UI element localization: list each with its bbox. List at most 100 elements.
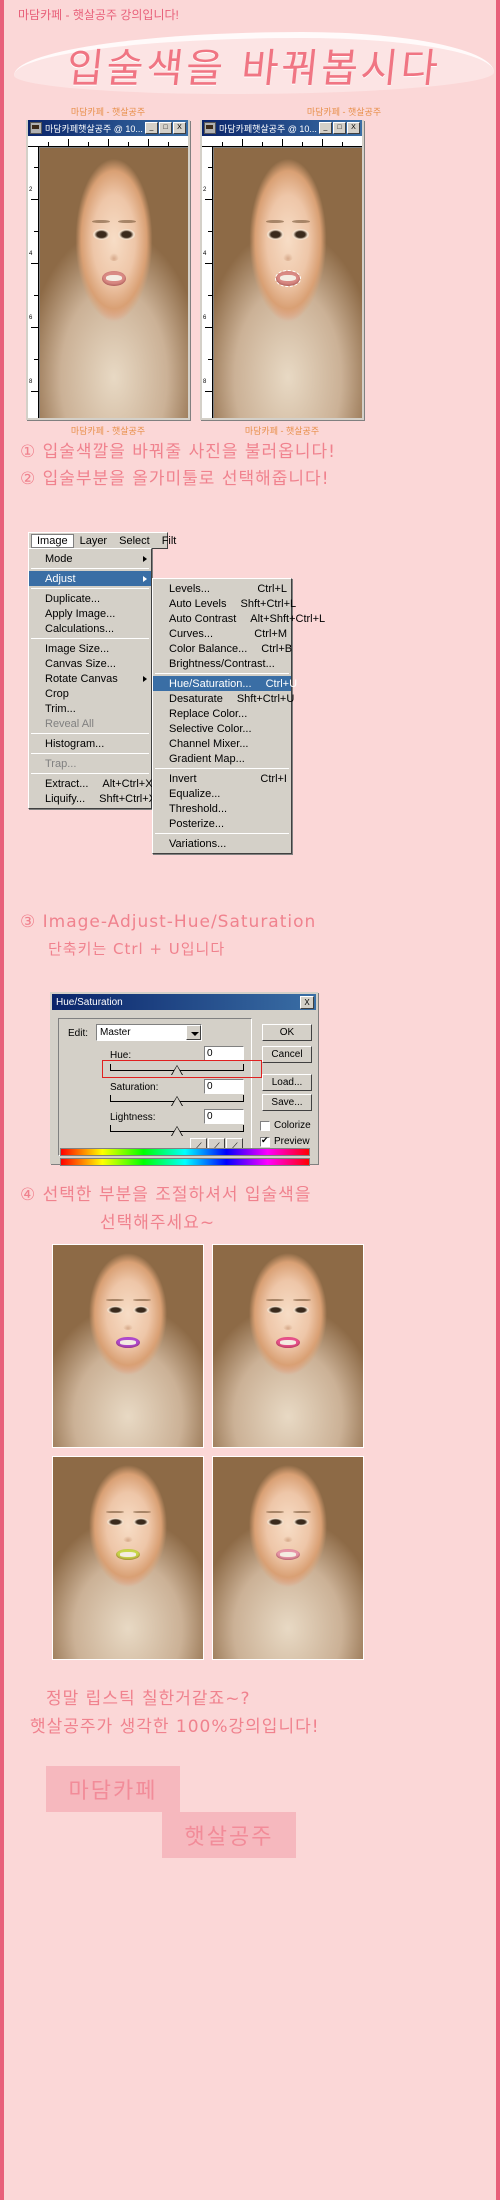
result-purple-lips[interactable]: [52, 1244, 204, 1448]
menu-item-mode[interactable]: Mode: [29, 551, 151, 566]
hue-slider-thumb[interactable]: [171, 1065, 183, 1075]
menu-select[interactable]: Select: [113, 534, 156, 548]
menu-item-shortcut: Ctrl+B: [261, 642, 293, 655]
submenu-item-gradient-map[interactable]: Gradient Map...: [153, 751, 291, 766]
menu-item-shortcut: Shft+Ctrl+U: [236, 692, 295, 705]
menu-separator: [31, 588, 149, 589]
menu-item-apply-image[interactable]: Apply Image...: [29, 606, 151, 621]
window-1-horizontal-ruler: [28, 136, 188, 147]
photoshop-window-1[interactable]: 마담카페햇살공주 @ 10... _ □ X 2 4 6 8: [26, 120, 190, 420]
close-icon[interactable]: X: [300, 995, 314, 1009]
menu-item-image-size[interactable]: Image Size...: [29, 641, 151, 656]
menu-item-label: Histogram...: [45, 737, 105, 750]
saturation-slider[interactable]: [110, 1095, 244, 1106]
submenu-item-threshold[interactable]: Threshold...: [153, 801, 291, 816]
close-icon[interactable]: X: [347, 122, 360, 134]
submenu-item-variations[interactable]: Variations...: [153, 836, 291, 851]
result-light-pink-lips[interactable]: [212, 1456, 364, 1660]
menu-item-adjust[interactable]: Adjust: [29, 571, 151, 586]
maximize-icon[interactable]: □: [159, 122, 172, 134]
submenu-item-brightness-contrast[interactable]: Brightness/Contrast...: [153, 656, 291, 671]
menu-item-trim[interactable]: Trim...: [29, 701, 151, 716]
page-title: 입술색을 바꿔봅시다: [64, 46, 443, 92]
submenu-item-equalize[interactable]: Equalize...: [153, 786, 291, 801]
save-button[interactable]: Save...: [262, 1094, 312, 1111]
menu-item-liquify[interactable]: Liquify... Shft+Ctrl+X: [29, 791, 156, 806]
menu-item-extract[interactable]: Extract... Alt+Ctrl+X: [29, 776, 153, 791]
maximize-icon[interactable]: □: [333, 122, 346, 134]
edit-select[interactable]: Master: [96, 1024, 202, 1041]
window-2-titlebar[interactable]: 마담카페햇살공주 @ 10... _ □ X: [202, 120, 362, 136]
preview-checkbox[interactable]: Preview: [260, 1135, 310, 1147]
minimize-icon[interactable]: _: [319, 122, 332, 134]
window-2-canvas[interactable]: [214, 148, 362, 418]
submenu-item-curves[interactable]: Curves... Ctrl+M: [153, 626, 291, 641]
menu-item-rotate-canvas[interactable]: Rotate Canvas: [29, 671, 151, 686]
ok-button[interactable]: OK: [262, 1024, 312, 1041]
checkbox-box[interactable]: [260, 1135, 270, 1147]
menu-item-label: Extract...: [45, 777, 89, 790]
menu-item-label: Rotate Canvas: [45, 672, 118, 685]
hue-saturation-dialog[interactable]: Hue/Saturation X Edit: Master Hue: 0 Sat…: [50, 992, 318, 1164]
hue-input[interactable]: 0: [204, 1046, 244, 1061]
saturation-slider-thumb[interactable]: [171, 1096, 183, 1106]
menu-item-label: Posterize...: [169, 817, 225, 830]
minimize-icon[interactable]: _: [145, 122, 158, 134]
menu-filter[interactable]: Filt: [156, 534, 183, 548]
submenu-item-invert[interactable]: Invert Ctrl+I: [153, 771, 291, 786]
menu-item-canvas-size[interactable]: Canvas Size...: [29, 656, 151, 671]
cancel-button[interactable]: Cancel: [262, 1046, 312, 1063]
image-dropdown-menu[interactable]: Mode Adjust Duplicate... Apply Image... …: [28, 548, 156, 809]
menu-item-label: Auto Levels: [169, 597, 227, 610]
portrait-photo-original: [40, 148, 188, 418]
submenu-item-levels[interactable]: Levels... Ctrl+L: [153, 581, 291, 596]
menu-item-crop[interactable]: Crop: [29, 686, 151, 701]
lightness-label: Lightness:: [110, 1112, 156, 1123]
lightness-slider-thumb[interactable]: [171, 1126, 183, 1136]
submenu-item-replace-color[interactable]: Replace Color...: [153, 706, 291, 721]
lightness-input[interactable]: 0: [204, 1109, 244, 1124]
window-2-controls[interactable]: _ □ X: [319, 122, 361, 134]
window-1-controls[interactable]: _ □ X: [145, 122, 187, 134]
result-yellow-green-lips[interactable]: [52, 1456, 204, 1660]
menu-item-duplicate[interactable]: Duplicate...: [29, 591, 151, 606]
submenu-item-hue-saturation[interactable]: Hue/Saturation... Ctrl+U: [153, 676, 297, 691]
window-1-canvas[interactable]: [40, 148, 188, 418]
photoshop-document-icon: [204, 122, 216, 134]
submenu-item-desaturate[interactable]: Desaturate Shft+Ctrl+U: [153, 691, 295, 706]
photoshop-document-icon: [30, 122, 42, 134]
submenu-item-channel-mixer[interactable]: Channel Mixer...: [153, 736, 291, 751]
ruler-label: 4: [29, 251, 33, 257]
submenu-item-color-balance[interactable]: Color Balance... Ctrl+B: [153, 641, 293, 656]
submenu-item-auto-levels[interactable]: Auto Levels Shft+Ctrl+L: [153, 596, 296, 611]
colorize-checkbox[interactable]: Colorize: [260, 1120, 311, 1131]
dialog-titlebar[interactable]: Hue/Saturation X: [52, 994, 316, 1010]
photoshop-window-2[interactable]: 마담카페햇살공주 @ 10... _ □ X 2 4 6 8: [200, 120, 364, 420]
menu-separator: [31, 733, 149, 734]
menu-item-histogram[interactable]: Histogram...: [29, 736, 151, 751]
checkbox-box[interactable]: [260, 1120, 270, 1131]
submenu-item-auto-contrast[interactable]: Auto Contrast Alt+Shft+Ctrl+L: [153, 611, 325, 626]
submenu-item-posterize[interactable]: Posterize...: [153, 816, 291, 831]
adjust-submenu[interactable]: Levels... Ctrl+L Auto Levels Shft+Ctrl+L…: [152, 578, 325, 854]
close-icon[interactable]: X: [173, 122, 186, 134]
submenu-item-selective-color[interactable]: Selective Color...: [153, 721, 291, 736]
menu-item-shortcut: Alt+Shft+Ctrl+L: [250, 612, 326, 625]
menu-item-label: Replace Color...: [169, 707, 248, 720]
colorize-label: Colorize: [274, 1120, 311, 1131]
hue-slider[interactable]: [110, 1064, 244, 1075]
chevron-down-icon[interactable]: [186, 1025, 201, 1040]
footer-line-2: 햇살공주가 생각한 100%강의입니다!: [30, 1717, 320, 1737]
menu-separator: [155, 673, 289, 674]
photoshop-menubar[interactable]: Image Layer Select Filt: [28, 532, 176, 549]
lightness-slider[interactable]: [110, 1125, 244, 1136]
edit-select-value: Master: [100, 1027, 131, 1038]
saturation-input[interactable]: 0: [204, 1079, 244, 1094]
result-pink-lips[interactable]: [212, 1244, 364, 1448]
menu-item-calculations[interactable]: Calculations...: [29, 621, 151, 636]
window-1-titlebar[interactable]: 마담카페햇살공주 @ 10... _ □ X: [28, 120, 188, 136]
load-button[interactable]: Load...: [262, 1074, 312, 1091]
menu-image[interactable]: Image: [31, 533, 74, 548]
ruler-label: 8: [203, 379, 207, 385]
menu-layer[interactable]: Layer: [74, 534, 114, 548]
